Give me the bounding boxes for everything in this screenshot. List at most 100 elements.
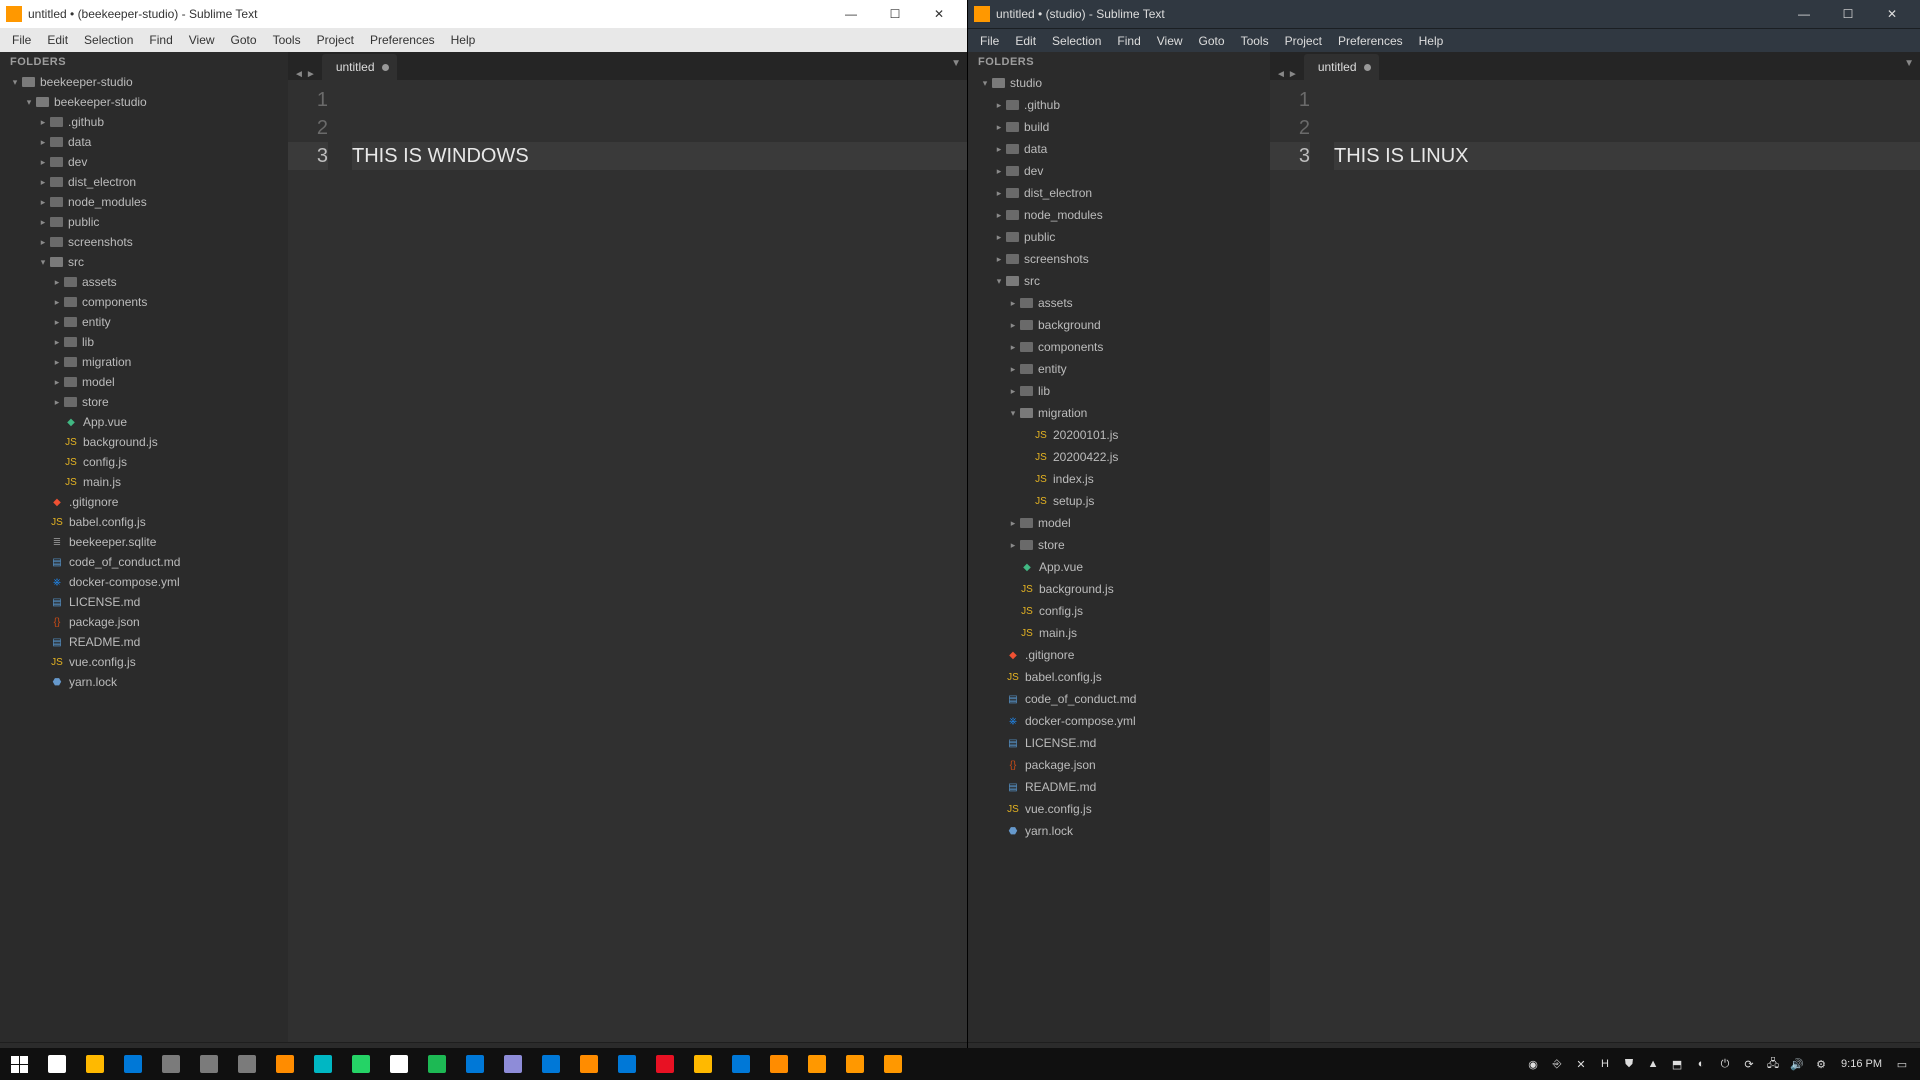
- tree-item[interactable]: ⬣yarn.lock: [0, 672, 288, 692]
- minimize-button[interactable]: —: [1782, 0, 1826, 28]
- tray-icon[interactable]: 🔊: [1785, 1048, 1809, 1080]
- maximize-button[interactable]: ☐: [1826, 0, 1870, 28]
- tree-item[interactable]: JSconfig.js: [968, 600, 1270, 622]
- tree-item[interactable]: ▸model: [968, 512, 1270, 534]
- tree-item[interactable]: ◆App.vue: [0, 412, 288, 432]
- tree-item[interactable]: ▾src: [968, 270, 1270, 292]
- chevron-right-icon[interactable]: ▸: [994, 254, 1004, 265]
- menu-edit[interactable]: Edit: [1007, 31, 1044, 51]
- tab-overflow-icon[interactable]: ▼: [1904, 58, 1914, 69]
- chevron-right-icon[interactable]: ▸: [994, 122, 1004, 133]
- tree-item[interactable]: ▤README.md: [968, 776, 1270, 798]
- menu-selection[interactable]: Selection: [76, 30, 141, 50]
- tree-item[interactable]: ▤LICENSE.md: [0, 592, 288, 612]
- chevron-right-icon[interactable]: ▸: [38, 157, 48, 168]
- tree-item[interactable]: JSconfig.js: [0, 452, 288, 472]
- menu-help[interactable]: Help: [1411, 31, 1452, 51]
- tab-untitled[interactable]: untitled: [1304, 54, 1379, 80]
- close-button[interactable]: ✕: [917, 0, 961, 28]
- tree-item[interactable]: JSsetup.js: [968, 490, 1270, 512]
- tree-item[interactable]: ▤code_of_conduct.md: [968, 688, 1270, 710]
- chevron-right-icon[interactable]: ▸: [52, 377, 62, 388]
- chevron-right-icon[interactable]: ▸: [994, 144, 1004, 155]
- tree-item[interactable]: JSbackground.js: [0, 432, 288, 452]
- chevron-right-icon[interactable]: ▸: [38, 137, 48, 148]
- tree-item[interactable]: JSmain.js: [968, 622, 1270, 644]
- tree-item[interactable]: ⎈docker-compose.yml: [968, 710, 1270, 732]
- tree-item[interactable]: ▸data: [0, 132, 288, 152]
- tab-next-icon[interactable]: ►: [1288, 69, 1298, 80]
- tab-overflow-icon[interactable]: ▼: [951, 58, 961, 69]
- tree-item[interactable]: ▸components: [0, 292, 288, 312]
- tray-icon[interactable]: ◉: [1521, 1048, 1545, 1080]
- chevron-right-icon[interactable]: ▸: [38, 197, 48, 208]
- chevron-right-icon[interactable]: ▸: [1008, 518, 1018, 529]
- tray-icon[interactable]: H: [1593, 1048, 1617, 1080]
- chevron-right-icon[interactable]: ▸: [38, 217, 48, 228]
- tree-item[interactable]: ▸entity: [968, 358, 1270, 380]
- tree-item[interactable]: ▸lib: [968, 380, 1270, 402]
- chevron-right-icon[interactable]: ▸: [994, 100, 1004, 111]
- chevron-down-icon[interactable]: ▾: [994, 276, 1004, 287]
- chevron-right-icon[interactable]: ▸: [994, 232, 1004, 243]
- chevron-right-icon[interactable]: ▸: [52, 277, 62, 288]
- menu-view[interactable]: View: [181, 30, 223, 50]
- menu-find[interactable]: Find: [1109, 31, 1148, 51]
- tray-icon[interactable]: ▲: [1641, 1048, 1665, 1080]
- tree-item[interactable]: ▾src: [0, 252, 288, 272]
- taskbar-app[interactable]: [418, 1048, 456, 1080]
- tree-item[interactable]: ▸migration: [0, 352, 288, 372]
- tree-item[interactable]: ▾studio: [968, 72, 1270, 94]
- tree-item[interactable]: ▸lib: [0, 332, 288, 352]
- chevron-right-icon[interactable]: ▸: [1008, 320, 1018, 331]
- tree-item[interactable]: ▸screenshots: [968, 248, 1270, 270]
- tree-item[interactable]: ≣beekeeper.sqlite: [0, 532, 288, 552]
- tree-item[interactable]: JSmain.js: [0, 472, 288, 492]
- taskbar-app[interactable]: [114, 1048, 152, 1080]
- tree-item[interactable]: ▸assets: [968, 292, 1270, 314]
- tree-item[interactable]: ▸dist_electron: [0, 172, 288, 192]
- taskbar-app[interactable]: [646, 1048, 684, 1080]
- menu-file[interactable]: File: [972, 31, 1007, 51]
- chevron-right-icon[interactable]: ▸: [1008, 540, 1018, 551]
- sidebar[interactable]: FOLDERS ▾studio▸.github▸build▸data▸dev▸d…: [968, 52, 1270, 1042]
- editor[interactable]: 1 2 3 THIS IS WINDOWS: [288, 80, 967, 1042]
- menu-preferences[interactable]: Preferences: [1330, 31, 1411, 51]
- tab-next-icon[interactable]: ►: [306, 69, 316, 80]
- menu-selection[interactable]: Selection: [1044, 31, 1109, 51]
- minimize-button[interactable]: —: [829, 0, 873, 28]
- tree-item[interactable]: ▸public: [968, 226, 1270, 248]
- menu-edit[interactable]: Edit: [39, 30, 76, 50]
- tray-icon[interactable]: ⟳: [1737, 1048, 1761, 1080]
- menu-tools[interactable]: Tools: [1233, 31, 1277, 51]
- chevron-down-icon[interactable]: ▾: [10, 77, 20, 88]
- tree-item[interactable]: ◆.gitignore: [0, 492, 288, 512]
- tree-item[interactable]: ◆.gitignore: [968, 644, 1270, 666]
- taskbar-app[interactable]: [266, 1048, 304, 1080]
- tray-icon[interactable]: ⎆: [1545, 1048, 1569, 1080]
- menu-goto[interactable]: Goto: [1191, 31, 1233, 51]
- tree-item[interactable]: ▸assets: [0, 272, 288, 292]
- tree-item[interactable]: ▸background: [968, 314, 1270, 336]
- tree-item[interactable]: ▸dev: [0, 152, 288, 172]
- chevron-right-icon[interactable]: ▸: [1008, 342, 1018, 353]
- chevron-right-icon[interactable]: ▸: [52, 337, 62, 348]
- tree-item[interactable]: JSvue.config.js: [0, 652, 288, 672]
- taskbar-app[interactable]: [608, 1048, 646, 1080]
- tray-icon[interactable]: ⚙: [1809, 1048, 1833, 1080]
- chevron-right-icon[interactable]: ▸: [52, 317, 62, 328]
- tree-item[interactable]: ▸model: [0, 372, 288, 392]
- menu-find[interactable]: Find: [141, 30, 180, 50]
- chevron-right-icon[interactable]: ▸: [994, 188, 1004, 199]
- taskbar-app[interactable]: [570, 1048, 608, 1080]
- chevron-right-icon[interactable]: ▸: [1008, 386, 1018, 397]
- tab-prev-icon[interactable]: ◄: [1276, 69, 1286, 80]
- tree-item[interactable]: JSvue.config.js: [968, 798, 1270, 820]
- tab-untitled[interactable]: untitled: [322, 54, 397, 80]
- code-content[interactable]: THIS IS LINUX: [1320, 80, 1920, 1042]
- chevron-right-icon[interactable]: ▸: [994, 166, 1004, 177]
- tree-item[interactable]: ▸.github: [0, 112, 288, 132]
- taskbar-app[interactable]: [684, 1048, 722, 1080]
- tree-item[interactable]: ▸node_modules: [968, 204, 1270, 226]
- taskbar-app[interactable]: [38, 1048, 76, 1080]
